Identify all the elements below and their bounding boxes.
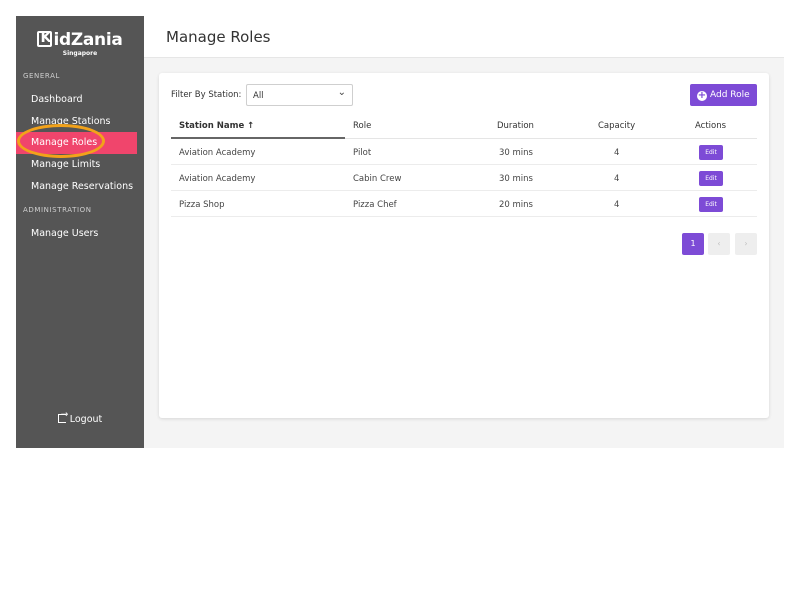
table-row: Pizza Shop Pizza Chef 20 mins 4 Edit: [171, 191, 757, 217]
filter-value: All: [253, 91, 264, 101]
sidebar-item-dashboard[interactable]: Dashboard: [16, 89, 137, 111]
logout-button[interactable]: Logout: [16, 410, 144, 425]
plus-circle-icon: +: [697, 90, 707, 101]
sidebar-item-manage-limits[interactable]: Manage Limits: [16, 154, 137, 176]
sidebar: idZania Singapore GENERAL Dashboard Mana…: [16, 16, 144, 448]
station-filter-select[interactable]: All ⌄: [246, 84, 353, 106]
cell-duration: 20 mins: [499, 200, 533, 210]
page-title: Manage Roles: [166, 28, 271, 46]
edit-button[interactable]: Edit: [699, 145, 723, 160]
logout-icon: [57, 410, 68, 423]
cell-station: Aviation Academy: [179, 148, 256, 158]
logo-text: idZania: [53, 30, 123, 50]
logo-subtitle: Singapore: [62, 50, 98, 57]
sidebar-item-manage-reservations[interactable]: Manage Reservations: [16, 176, 137, 198]
edit-button[interactable]: Edit: [699, 197, 723, 212]
edit-button[interactable]: Edit: [699, 171, 723, 186]
cell-duration: 30 mins: [499, 148, 533, 158]
section-label-general: GENERAL: [23, 72, 60, 80]
roles-card: Filter By Station: All ⌄ + Add Role Stati…: [159, 73, 769, 418]
add-role-label: Add Role: [710, 90, 750, 100]
sidebar-item-manage-stations[interactable]: Manage Stations: [16, 111, 137, 133]
column-header-duration[interactable]: Duration: [497, 121, 534, 131]
cell-role: Pizza Chef: [353, 200, 397, 210]
sidebar-item-manage-roles[interactable]: Manage Roles: [16, 132, 137, 154]
section-label-administration: ADMINISTRATION: [23, 206, 92, 214]
add-role-button[interactable]: + Add Role: [690, 84, 757, 106]
kidzania-logo[interactable]: idZania Singapore: [16, 30, 144, 57]
column-header-role[interactable]: Role: [353, 121, 371, 131]
cell-capacity: 4: [614, 174, 620, 184]
column-header-capacity[interactable]: Capacity: [598, 121, 635, 131]
cell-station: Aviation Academy: [179, 174, 256, 184]
column-header-station-name[interactable]: Station Name ↑: [179, 121, 254, 131]
cell-role: Pilot: [353, 148, 372, 158]
cell-role: Cabin Crew: [353, 174, 402, 184]
logo-k-icon: [37, 30, 53, 47]
cell-duration: 30 mins: [499, 174, 533, 184]
logout-label: Logout: [69, 414, 103, 425]
column-header-actions: Actions: [695, 121, 727, 131]
chevron-left-icon[interactable]: ‹: [708, 233, 730, 255]
chevron-right-icon[interactable]: ›: [735, 233, 757, 255]
cell-capacity: 4: [614, 200, 620, 210]
page-button-current[interactable]: 1: [682, 233, 704, 255]
table-row: Aviation Academy Pilot 30 mins 4 Edit: [171, 139, 757, 165]
top-bar: Manage Roles: [144, 16, 784, 58]
cell-station: Pizza Shop: [179, 200, 225, 210]
chevron-down-icon: ⌄: [337, 87, 346, 98]
table-row: Aviation Academy Cabin Crew 30 mins 4 Ed…: [171, 165, 757, 191]
cell-capacity: 4: [614, 148, 620, 158]
filter-label: Filter By Station:: [171, 90, 242, 100]
sidebar-item-manage-users[interactable]: Manage Users: [16, 223, 137, 245]
app-window: idZania Singapore GENERAL Dashboard Mana…: [16, 16, 784, 448]
